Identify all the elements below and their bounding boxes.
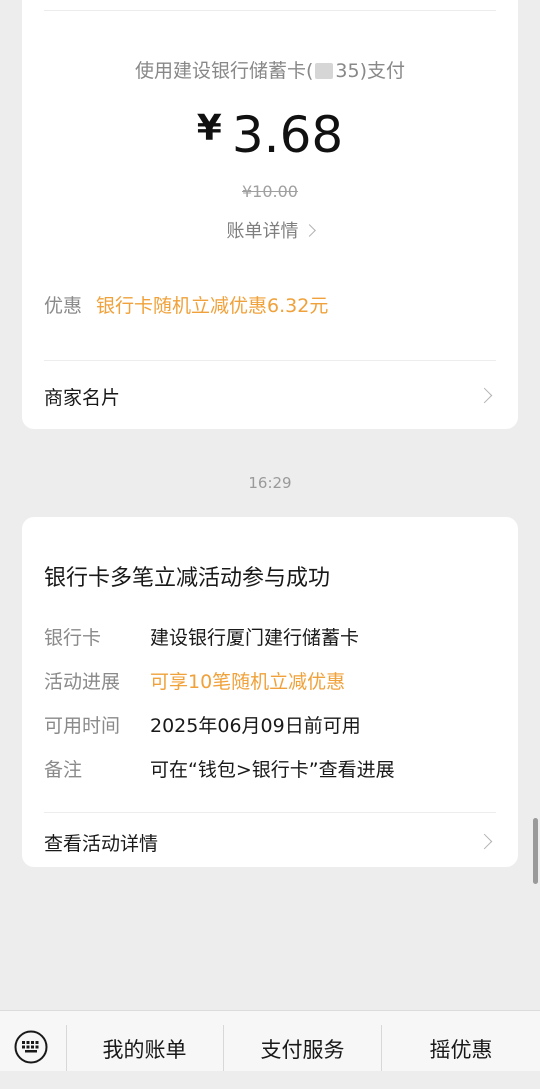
chevron-right-icon [476,387,493,404]
payment-amount: ¥3.68 [22,106,518,164]
amount-value: 3.68 [231,106,344,164]
valid-time-row: 可用时间 2025年06月09日前可用 [44,711,361,738]
menu-payment-services[interactable]: 支付服务 [224,1011,381,1071]
valid-time-key: 可用时间 [44,715,121,737]
bill-details-link[interactable]: 账单详情 [22,217,518,243]
payment-method-text: 使用建设银行储蓄卡(35)支付 [134,60,405,82]
remark-key: 备注 [44,759,83,781]
card-top-divider [44,10,496,11]
scrollbar[interactable] [533,818,538,884]
divider [44,360,496,361]
menu-my-bills[interactable]: 我的账单 [66,1011,223,1071]
discount-value: 银行卡随机立减优惠6.32元 [96,295,329,317]
discount-label: 优惠 [44,295,83,317]
discount-row: 优惠 银行卡随机立减优惠6.32元 [44,291,328,318]
divider [44,812,496,813]
activity-progress-value: 可享10笔随机立减优惠 [150,671,346,693]
message-timestamp: 16:29 [248,474,292,492]
bank-card-row: 银行卡 建设银行厦门建行储蓄卡 [44,623,359,650]
original-amount: ¥10.00 [242,182,298,201]
bank-card-value: 建设银行厦门建行储蓄卡 [150,627,360,649]
activity-title: 银行卡多笔立减活动参与成功 [44,566,331,591]
bill-details-label: 账单详情 [226,221,299,242]
chevron-right-icon [476,833,493,850]
payment-card: 使用建设银行储蓄卡(35)支付 ¥3.68 ¥10.00 账单详情 优惠 银行卡随… [22,0,518,429]
menu-shake-offers[interactable]: 摇优惠 [382,1011,540,1071]
activity-details-label: 查看活动详情 [44,833,159,855]
activity-details-link[interactable]: 查看活动详情 [44,829,496,856]
masked-card-number [315,63,334,79]
activity-progress-row: 活动进展 可享10笔随机立减优惠 [44,667,345,694]
remark-row: 备注 可在“钱包>银行卡”查看进展 [44,755,395,782]
merchant-card-link[interactable]: 商家名片 [44,383,496,410]
keyboard-icon[interactable] [14,1030,48,1064]
remark-value: 可在“钱包>银行卡”查看进展 [150,759,395,781]
currency-symbol: ¥ [196,108,222,149]
activity-progress-key: 活动进展 [44,671,121,693]
chevron-right-icon [302,224,316,237]
merchant-card-label: 商家名片 [44,387,121,409]
activity-card: 银行卡多笔立减活动参与成功 银行卡 建设银行厦门建行储蓄卡 活动进展 可享10笔随机… [22,517,518,867]
bank-card-key: 银行卡 [44,627,102,649]
bottom-menu-bar: 我的账单 支付服务 摇优惠 [0,1010,540,1071]
valid-time-value: 2025年06月09日前可用 [150,715,361,737]
